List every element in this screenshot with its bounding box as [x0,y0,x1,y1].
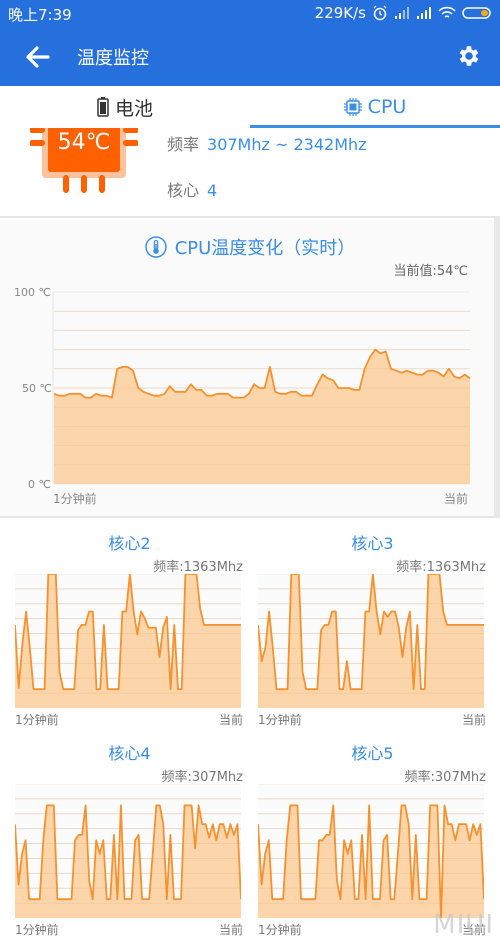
x-tick-label: 1分钟前 [258,713,302,727]
cpu-info-card: 54℃ 频率 307Mhz ~ 2342Mhz 核心 4 [0,128,500,218]
alarm-icon [373,5,387,21]
core-frequency: 频率:1363Mhz [396,560,486,575]
core-title: 核心2 [108,534,151,553]
signal-icon [417,7,431,19]
cpu-temperature: 54℃ [57,130,111,155]
cores-value: 4 [207,181,218,200]
status-icons: 229K/s [315,4,492,22]
tab-bar: 电池 CPU [0,86,500,128]
tab-battery[interactable]: 电池 [0,86,250,128]
net-speed: 229K/s [314,4,366,22]
frequency-label: 频率 [167,135,200,154]
battery-icon [97,97,109,117]
core-chart [258,784,484,918]
x-tick-label: 1分钟前 [15,713,59,727]
cores-label: 核心 [167,181,200,200]
core-title: 核心5 [351,744,394,763]
tab-cpu[interactable]: CPU [250,86,500,128]
content-scroll[interactable]: 54℃ 频率 307Mhz ~ 2342Mhz 核心 4 CPU温度变化（实时） 当… [0,128,500,944]
frequency-value: 307Mhz ~ 2342Mhz [207,135,367,154]
cpu-temp-chart-card: CPU温度变化（实时） 当前值:54℃ 100 ℃ 50 ℃ 0 ℃ 1分钟前 … [0,220,500,518]
app-bar: 温度监控 [0,28,500,86]
status-bar: 晚上7:39 229K/s [0,0,500,28]
frequency-row: 频率 307Mhz ~ 2342Mhz [167,131,367,155]
signal-icon [395,7,409,19]
wifi-icon [438,6,456,18]
watermark: MIUI [433,910,494,940]
core-card: 核心3 频率:1363Mhz 1分钟前 当前 [243,520,486,730]
core-card: 核心2 频率:1363Mhz 1分钟前 当前 [0,520,243,730]
gear-icon[interactable] [456,43,482,69]
core-chart [258,574,484,708]
x-tick-label: 当前 [444,492,469,506]
x-tick-label: 1分钟前 [15,923,59,937]
arrow-left-icon[interactable] [22,42,52,72]
status-time: 晚上7:39 [8,6,72,24]
tab-cpu-label: CPU [367,96,407,118]
core-chart [15,574,241,708]
x-tick-label: 1分钟前 [53,492,97,506]
core-title: 核心4 [108,744,151,763]
x-tick-label: 当前 [461,713,486,727]
y-tick-label: 50 ℃ [22,382,52,395]
y-tick-label: 100 ℃ [14,286,51,299]
scrollbar[interactable] [494,218,500,518]
core-frequency: 频率:307Mhz [404,770,486,785]
tab-battery-label: 电池 [114,97,153,120]
y-tick-label: 0 ℃ [28,478,51,491]
cpu-temp-chart [52,291,471,485]
battery-icon [462,7,491,19]
x-tick-label: 当前 [218,713,243,727]
page-title: 温度监控 [77,48,149,69]
core-card: 核心4 频率:307Mhz 1分钟前 当前 [0,730,243,940]
x-tick-label: 1分钟前 [258,923,302,937]
core-frequency: 频率:1363Mhz [153,560,243,575]
chip-icon [343,98,362,116]
core-frequency: 频率:307Mhz [161,770,243,785]
core-charts: 核心2 频率:1363Mhz 1分钟前 当前 核心3 频率:1363Mhz 1分… [0,520,500,944]
core-chart [15,784,241,918]
cores-row: 核心 4 [167,177,217,201]
x-tick-label: 当前 [218,923,243,937]
core-card: 核心5 频率:307Mhz 1分钟前 当前 [243,730,486,940]
core-title: 核心3 [351,534,394,553]
